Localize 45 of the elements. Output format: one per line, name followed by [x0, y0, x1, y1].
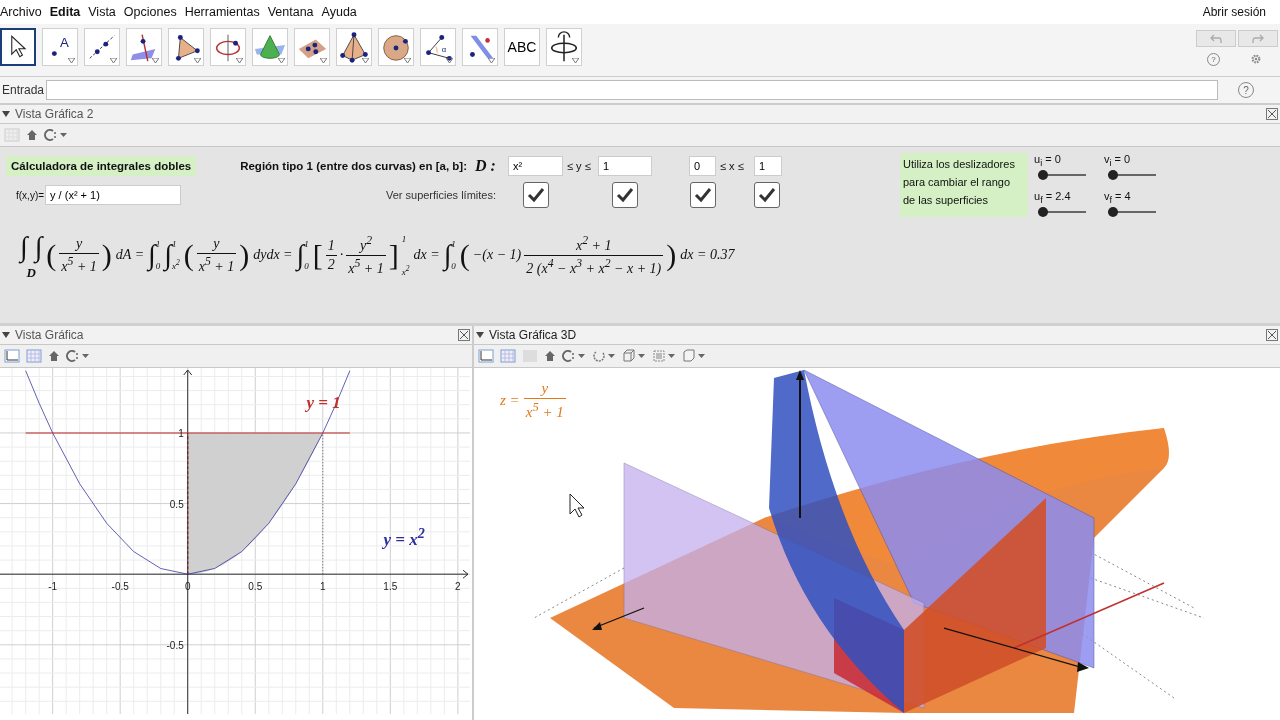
- axis-tick-label: -0.5: [166, 639, 184, 651]
- curve-label: y = 1: [306, 393, 341, 414]
- menu-item[interactable]: Vista: [88, 5, 116, 19]
- menu-item[interactable]: Opciones: [123, 5, 177, 19]
- function-label: f(x,y)=: [16, 189, 45, 201]
- view-title: Vista Gráfica 3D: [489, 328, 577, 342]
- slider-label: v$_{f}$ = 4: [1104, 190, 1132, 206]
- upper-bound-field[interactable]: 1: [754, 156, 782, 176]
- view-title: Vista Gráfica: [15, 328, 84, 342]
- menu-item[interactable]: Archivo: [0, 5, 42, 19]
- lower-bound-field[interactable]: x²: [508, 156, 563, 176]
- inequality-label: ≤ x ≤: [719, 160, 745, 172]
- axis-tick-label: 2: [455, 581, 461, 593]
- slider-label: u$_{i}$ = 0: [1034, 153, 1062, 169]
- axis-tick-label: 1: [178, 427, 184, 439]
- axis-tick-label: -0.5: [111, 581, 129, 593]
- slider-label: v$_{i}$ = 0: [1104, 153, 1132, 169]
- upper-bound-field[interactable]: 1: [598, 156, 652, 176]
- axis-tick-label: 1: [320, 581, 326, 593]
- surfaces-label: Ver superficies límites:: [385, 189, 497, 201]
- menu-item[interactable]: Ventana: [267, 5, 314, 19]
- view-title: Vista Gráfica 2: [15, 107, 94, 121]
- domain-label: D :: [475, 157, 497, 175]
- menu-item[interactable]: Edita: [49, 5, 81, 19]
- function-field[interactable]: y / (x² + 1): [45, 185, 182, 205]
- curve-label: y = x$^{2}$: [383, 524, 425, 550]
- menu-item[interactable]: Ayuda: [321, 5, 357, 19]
- tool-button[interactable]: A: [42, 28, 78, 66]
- lower-bound-field[interactable]: 0: [689, 156, 716, 176]
- region-label: Región tipo 1 (entre dos curvas) en [a, b]:: [240, 160, 468, 172]
- calculator-title: Cálculadora de integrales dobles: [6, 156, 197, 176]
- axis-tick-label: 1.5: [383, 581, 398, 593]
- surface-equation: z = y x$^{5}$ + 1: [500, 380, 566, 421]
- slider-label: u$_{f}$ = 2.4: [1034, 190, 1072, 206]
- tool-button[interactable]: ABC: [504, 28, 540, 66]
- inequality-label: ≤ y ≤: [566, 160, 592, 172]
- slider-hint: Utiliza los deslizadores para cambiar el rango de las superficies: [900, 153, 1028, 218]
- axis-tick-label: 0.5: [169, 498, 184, 510]
- tool-button[interactable]: α: [420, 28, 456, 66]
- menu-item[interactable]: Herramientas: [184, 5, 260, 19]
- axis-tick-label: -1: [48, 581, 58, 593]
- axis-tick-label: 0.5: [248, 581, 263, 593]
- axis-tick-label: 0: [184, 581, 191, 593]
- sign-in-link[interactable]: Abrir sesión: [1202, 5, 1266, 19]
- input-label: Entrada: [2, 83, 45, 97]
